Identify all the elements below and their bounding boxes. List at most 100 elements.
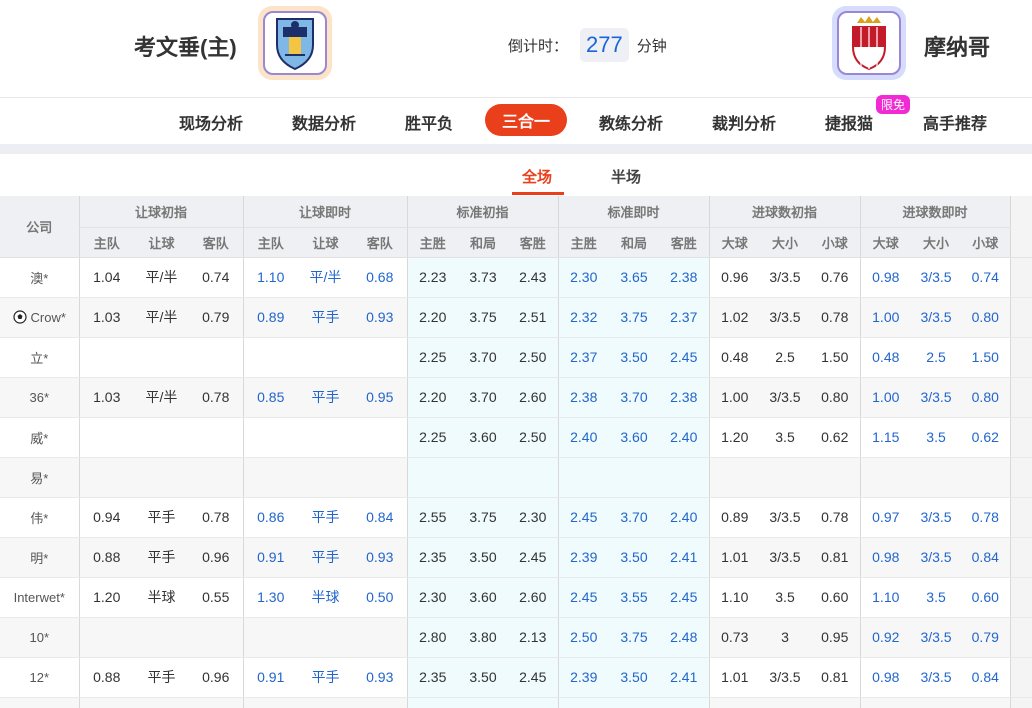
tab-coach-analysis[interactable]: 教练分析 [599,110,663,134]
company-cell[interactable] [0,697,80,708]
live-odds-cell[interactable]: 0.93 [353,657,407,698]
live-odds-cell[interactable]: 3.50 [609,657,659,698]
live-odds-cell[interactable]: 3.60 [609,417,659,458]
live-odds-cell[interactable]: 2.41 [659,657,709,698]
initial-odds-cell[interactable]: 3.5 [760,577,810,618]
initial-odds-cell[interactable]: 2.43 [508,257,558,298]
initial-odds-cell[interactable]: 0.62 [810,417,861,458]
initial-odds-cell[interactable]: 0.78 [810,297,861,338]
live-odds-cell[interactable]: 1.50 [961,337,1011,378]
initial-odds-cell[interactable]: 0.79 [189,297,243,338]
company-cell[interactable]: 立* [0,337,80,378]
odds-row[interactable]: Interwet* 1.20 半球 0.55 1.30 半球 0.50 2.30 3.60 2.6… [0,577,1032,618]
initial-odds-cell[interactable]: 3.70 [458,377,508,418]
initial-odds-cell[interactable]: 2.35 [406,537,458,578]
live-odds-cell[interactable] [961,697,1011,708]
tab-half-time[interactable]: 半场 [611,166,641,187]
live-odds-cell[interactable]: 3/3.5 [911,497,962,538]
initial-odds-cell[interactable]: 3/3.5 [760,497,810,538]
initial-odds-cell[interactable]: 0.76 [810,257,861,298]
live-odds-cell[interactable]: 0.98 [859,537,912,578]
initial-odds-cell[interactable] [78,697,134,708]
live-odds-cell[interactable] [609,457,659,498]
live-odds-cell[interactable]: 0.95 [353,377,407,418]
live-odds-cell[interactable]: 2.45 [659,577,709,618]
live-odds-cell[interactable] [557,697,609,708]
initial-odds-cell[interactable]: 1.50 [810,337,861,378]
live-odds-cell[interactable]: 0.85 [242,377,298,418]
initial-odds-cell[interactable]: 1.00 [708,377,760,418]
initial-odds-cell[interactable]: 1.03 [78,377,134,418]
away-team-logo[interactable] [832,6,906,80]
live-odds-cell[interactable] [242,617,298,658]
initial-odds-cell[interactable]: 0.96 [708,257,760,298]
live-odds-cell[interactable]: 2.5 [911,337,962,378]
initial-odds-cell[interactable]: 0.80 [810,377,861,418]
live-odds-cell[interactable]: 半球 [298,577,353,618]
tab-live-analysis[interactable]: 现场分析 [179,110,243,134]
initial-odds-cell[interactable]: 0.88 [78,537,134,578]
initial-odds-cell[interactable]: 0.78 [810,497,861,538]
initial-odds-cell[interactable]: 3.60 [458,577,508,618]
company-cell[interactable]: 伟* [0,497,80,538]
live-odds-cell[interactable]: 3.50 [609,337,659,378]
live-odds-cell[interactable]: 2.45 [557,497,609,538]
live-odds-cell[interactable]: 3.70 [609,497,659,538]
initial-odds-cell[interactable] [189,457,243,498]
odds-row[interactable]: 明* 0.88 平手 0.96 0.91 平手 0.93 2.35 3.50 2.45 2.39 3.… [0,537,1032,578]
odds-row[interactable]: Crow* 1.03 平/半 0.79 0.89 平手 0.93 2.20 3.75 2.51 2.… [0,297,1032,338]
live-odds-cell[interactable]: 2.37 [659,297,709,338]
live-odds-cell[interactable] [353,457,407,498]
initial-odds-cell[interactable] [458,697,508,708]
company-cell[interactable]: 澳* [0,257,80,298]
live-odds-cell[interactable] [298,457,353,498]
live-odds-cell[interactable] [659,457,709,498]
live-odds-cell[interactable]: 3.55 [609,577,659,618]
live-odds-cell[interactable]: 0.93 [353,537,407,578]
initial-odds-cell[interactable]: 3/3.5 [760,537,810,578]
initial-odds-cell[interactable]: 2.80 [406,617,458,658]
live-odds-cell[interactable]: 平手 [298,657,353,698]
initial-odds-cell[interactable]: 0.88 [78,657,134,698]
live-odds-cell[interactable]: 1.30 [242,577,298,618]
live-odds-cell[interactable] [911,697,962,708]
company-cell[interactable]: Interwet* [0,577,80,618]
live-odds-cell[interactable] [911,457,962,498]
initial-odds-cell[interactable] [134,457,189,498]
live-odds-cell[interactable]: 0.84 [961,657,1011,698]
initial-odds-cell[interactable]: 0.48 [708,337,760,378]
initial-odds-cell[interactable] [134,417,189,458]
live-odds-cell[interactable]: 0.97 [859,497,912,538]
odds-row[interactable]: 12* 0.88 平手 0.96 0.91 平手 0.93 2.35 3.50 2.45 2.39 3… [0,657,1032,698]
live-odds-cell[interactable]: 3.5 [911,417,962,458]
initial-odds-cell[interactable]: 3.50 [458,657,508,698]
home-team-logo[interactable] [258,6,332,80]
live-odds-cell[interactable] [242,417,298,458]
live-odds-cell[interactable]: 2.45 [557,577,609,618]
live-odds-cell[interactable]: 3.5 [911,577,962,618]
initial-odds-cell[interactable] [189,697,243,708]
initial-odds-cell[interactable]: 1.10 [708,577,760,618]
company-cell[interactable]: 威* [0,417,80,458]
live-odds-cell[interactable]: 1.00 [859,377,912,418]
initial-odds-cell[interactable] [760,697,810,708]
initial-odds-cell[interactable] [189,337,243,378]
initial-odds-cell[interactable]: 2.30 [406,577,458,618]
initial-odds-cell[interactable] [508,457,558,498]
live-odds-cell[interactable]: 0.98 [859,257,912,298]
initial-odds-cell[interactable]: 2.30 [508,497,558,538]
tab-data-analysis[interactable]: 数据分析 [292,110,356,134]
live-odds-cell[interactable]: 2.45 [659,337,709,378]
live-odds-cell[interactable] [242,697,298,708]
live-odds-cell[interactable]: 0.93 [353,297,407,338]
initial-odds-cell[interactable] [810,457,861,498]
initial-odds-cell[interactable]: 0.55 [189,577,243,618]
initial-odds-cell[interactable] [810,697,861,708]
live-odds-cell[interactable]: 2.40 [659,497,709,538]
initial-odds-cell[interactable]: 3.75 [458,297,508,338]
tab-win-draw-loss[interactable]: 胜平负 [405,110,453,134]
initial-odds-cell[interactable]: 2.35 [406,657,458,698]
live-odds-cell[interactable]: 3/3.5 [911,537,962,578]
live-odds-cell[interactable] [242,457,298,498]
live-odds-cell[interactable] [659,697,709,708]
